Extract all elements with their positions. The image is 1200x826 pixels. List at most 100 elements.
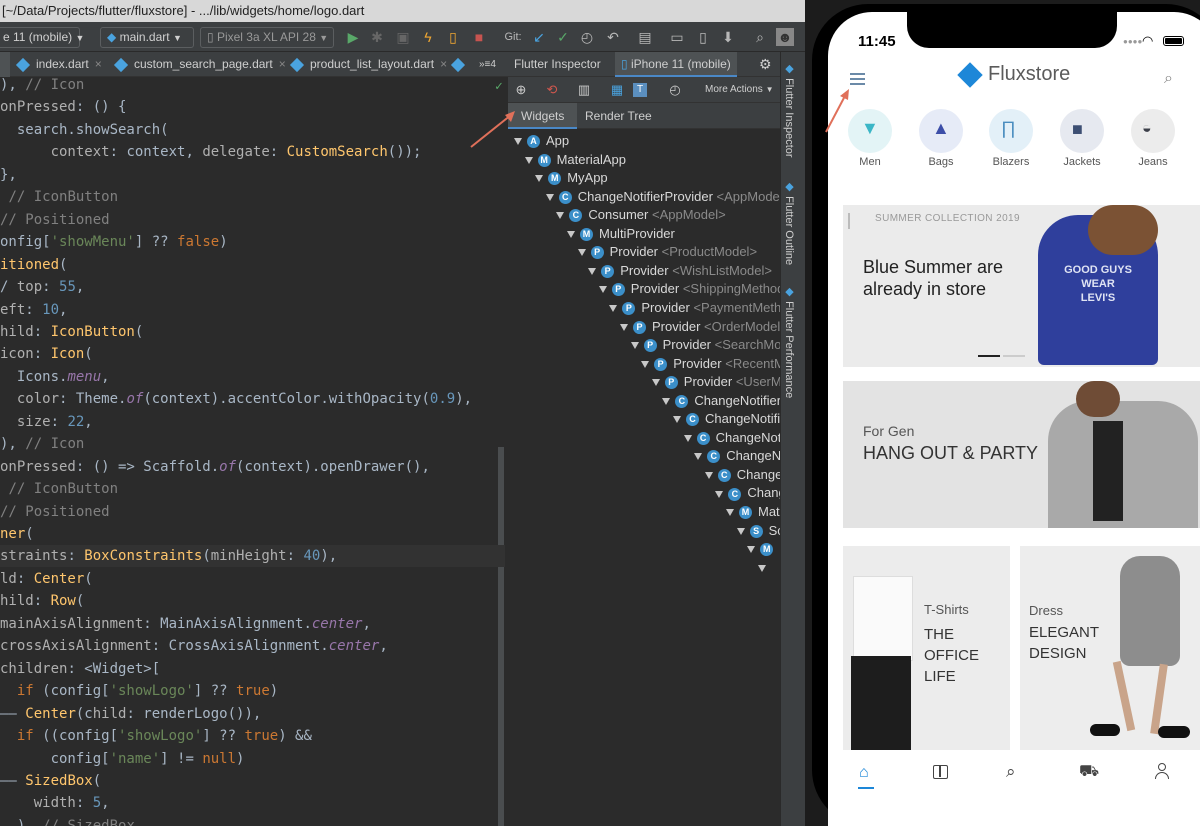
device-selector[interactable]: e 11 (mobile) ▼ xyxy=(0,27,84,48)
code-line[interactable]: ), // Icon xyxy=(0,77,505,96)
code-line[interactable]: Icons.menu, xyxy=(0,366,505,388)
expand-triangle-icon[interactable] xyxy=(704,471,713,479)
close-icon[interactable]: × xyxy=(440,57,447,71)
debug-icon[interactable]: ✱ xyxy=(368,28,386,46)
git-update-icon[interactable]: ↙ xyxy=(530,28,548,46)
code-line[interactable]: children: <Widget>[ xyxy=(0,658,505,680)
tree-node[interactable]: C ChangeNotifi xyxy=(673,410,780,428)
run-icon[interactable]: ▶ xyxy=(344,28,362,46)
tree-node[interactable]: C Consumer <AppModel> xyxy=(556,206,726,224)
settings-gear-icon[interactable]: ⚙ xyxy=(759,52,772,77)
close-icon[interactable]: × xyxy=(279,57,286,71)
code-line[interactable]: context: context, delegate: CustomSearch… xyxy=(0,141,505,163)
category-blazers[interactable]: ∏ Blazers xyxy=(989,109,1033,168)
widget-tree[interactable]: A App M MaterialApp M MyApp C ChangeNotifierPro… xyxy=(508,129,780,826)
tree-node[interactable]: P Provider <PaymentMetho xyxy=(609,299,780,317)
side-tab-flutter-performance[interactable]: ◆ Flutter Performance xyxy=(783,285,796,398)
project-structure-icon[interactable]: ▤ xyxy=(636,28,654,46)
expand-triangle-icon[interactable] xyxy=(630,342,639,350)
expand-triangle-icon[interactable] xyxy=(524,156,533,164)
tree-node[interactable]: C ChangeNot xyxy=(683,429,780,447)
hot-restart-icon[interactable]: ▯ xyxy=(444,28,462,46)
tree-node[interactable]: P Provider <UserM xyxy=(651,373,780,391)
banner-dress[interactable]: Dress ELEGANT DESIGN xyxy=(1020,546,1200,750)
expand-triangle-icon[interactable] xyxy=(545,193,554,201)
expand-triangle-icon[interactable] xyxy=(662,397,671,405)
code-line[interactable]: if (config['showLogo'] ?? true) xyxy=(0,680,505,702)
tree-node[interactable]: C ChangeNotifierProvider <AppModel> xyxy=(545,188,780,206)
expand-triangle-icon[interactable] xyxy=(651,379,660,387)
attach-icon[interactable]: ▣ xyxy=(394,28,412,46)
expand-triangle-icon[interactable] xyxy=(577,249,586,257)
hot-reload-icon[interactable]: ϟ xyxy=(419,28,437,46)
tree-node[interactable]: M Mat xyxy=(726,503,780,521)
code-line[interactable]: onPressed: () => Scaffold.of(context).op… xyxy=(0,456,505,478)
expand-triangle-icon[interactable] xyxy=(683,434,692,442)
close-icon[interactable]: × xyxy=(95,57,102,71)
tree-node[interactable]: M MultiProvider xyxy=(567,225,675,243)
text-baselines-icon[interactable]: T xyxy=(633,83,647,97)
sdk-manager-icon[interactable]: ⬇ xyxy=(719,28,737,46)
profile-icon[interactable] xyxy=(1155,763,1169,779)
expand-triangle-icon[interactable] xyxy=(694,453,703,461)
code-line[interactable]: config['name'] != null) xyxy=(0,748,505,770)
performance-overlay-icon[interactable]: ▥ xyxy=(575,81,593,99)
expand-triangle-icon[interactable] xyxy=(556,212,565,220)
tab-product-list-layout[interactable]: product_list_layout.dart × xyxy=(289,52,447,77)
code-editor[interactable]: ✓ ), // Icon onPressed: () { search.showS… xyxy=(0,77,508,826)
side-tab-flutter-inspector[interactable]: ◆ Flutter Inspector xyxy=(783,62,796,158)
stop-icon[interactable]: ■ xyxy=(470,28,488,46)
menu-icon[interactable] xyxy=(850,73,865,85)
tree-node[interactable]: P Provider <OrderModel> xyxy=(620,318,780,336)
expand-triangle-icon[interactable] xyxy=(673,416,681,424)
emulator-selector[interactable]: ▯ Pixel 3a XL API 28 ▼ xyxy=(200,27,334,48)
code-line[interactable]: // IconButton xyxy=(0,186,505,208)
expand-triangle-icon[interactable] xyxy=(726,509,734,517)
code-line[interactable]: width: 5, xyxy=(0,792,505,814)
code-line[interactable]: eft: 10, xyxy=(0,299,505,321)
categories-icon[interactable] xyxy=(933,765,948,779)
code-line[interactable]: hild: IconButton( xyxy=(0,321,505,343)
cart-icon[interactable]: ⛟ xyxy=(1079,762,1099,782)
expand-triangle-icon[interactable] xyxy=(747,546,756,554)
tab-flutter-inspector[interactable]: Flutter Inspector xyxy=(514,52,601,77)
code-line[interactable]: search.showSearch( xyxy=(0,119,505,141)
git-revert-icon[interactable]: ↶ xyxy=(604,28,622,46)
expand-triangle-icon[interactable] xyxy=(715,490,724,498)
terminal-icon[interactable]: ▭ xyxy=(668,28,686,46)
git-commit-icon[interactable]: ✓ xyxy=(554,28,572,46)
debug-paint-icon[interactable]: ▦ xyxy=(608,81,626,99)
code-line[interactable]: ), // SizedBox xyxy=(0,815,505,826)
expand-triangle-icon[interactable] xyxy=(641,360,650,368)
expand-triangle-icon[interactable] xyxy=(598,286,607,294)
tree-node[interactable]: M xyxy=(747,540,779,558)
code-line[interactable]: / top: 55, xyxy=(0,276,505,298)
run-config-selector[interactable]: ◆ main.dart ▼ xyxy=(100,27,194,48)
code-line[interactable]: crossAxisAlignment: CrossAxisAlignment.c… xyxy=(0,635,505,657)
tree-node[interactable]: P Provider <SearchMo xyxy=(630,336,780,354)
tab-overflow-button[interactable]: »≡4 xyxy=(479,52,496,77)
banner-hang-out[interactable]: For Gen HANG OUT & PARTY xyxy=(843,381,1200,528)
tree-node[interactable]: P Provider <WishListModel> xyxy=(588,262,772,280)
code-line[interactable]: ner( xyxy=(0,523,505,545)
tree-node[interactable]: P Provider <RecentM xyxy=(641,355,780,373)
search-everywhere-icon[interactable]: ⌕ xyxy=(751,28,769,46)
code-line[interactable]: onPressed: () { xyxy=(0,96,505,118)
search-icon[interactable]: ⌕ xyxy=(1164,70,1173,88)
code-line[interactable]: straints: BoxConstraints(minHeight: 40), xyxy=(0,545,505,568)
expand-triangle-icon[interactable] xyxy=(588,267,597,275)
tree-node[interactable]: P Provider <ProductModel> xyxy=(577,243,757,261)
code-line[interactable]: // Positioned xyxy=(0,501,505,523)
tree-node[interactable] xyxy=(757,559,771,577)
expand-triangle-icon[interactable] xyxy=(620,323,628,331)
side-tab-flutter-outline[interactable]: ◆ Flutter Outline xyxy=(783,180,796,265)
home-icon[interactable]: ⌂ xyxy=(859,764,869,782)
category-jeans[interactable]: ◒ Jeans xyxy=(1131,109,1175,168)
expand-triangle-icon[interactable] xyxy=(535,175,544,183)
tab-overflow-partial[interactable] xyxy=(450,52,471,77)
expand-triangle-icon[interactable] xyxy=(736,527,745,535)
code-line[interactable]: hild: Row( xyxy=(0,590,505,612)
code-line[interactable]: ), // Icon xyxy=(0,433,505,455)
tree-node[interactable]: C ChangeN xyxy=(694,447,780,465)
code-line[interactable]: }, xyxy=(0,164,505,186)
